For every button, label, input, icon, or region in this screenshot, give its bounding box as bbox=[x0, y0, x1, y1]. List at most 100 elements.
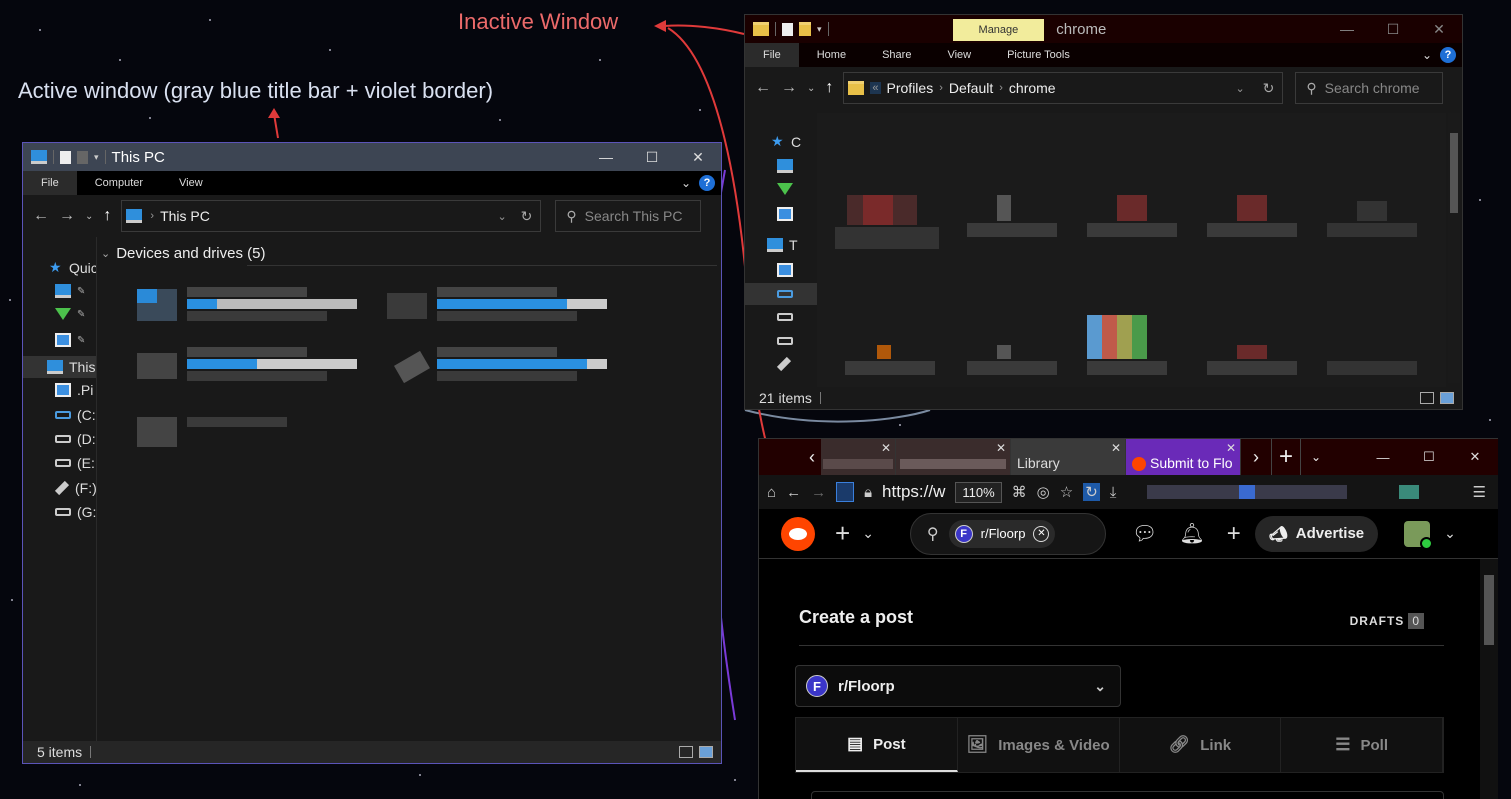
address-bar[interactable]: › This PC ⌄ ↻ bbox=[121, 200, 542, 232]
forward-arrow-icon[interactable]: → bbox=[811, 484, 826, 501]
reddit-logo-icon[interactable] bbox=[781, 516, 815, 551]
file-item[interactable] bbox=[1327, 195, 1417, 245]
file-item[interactable] bbox=[967, 195, 1057, 245]
tab-images-video[interactable]: 🖼︎ Images & Video bbox=[958, 718, 1120, 772]
drive-tile[interactable] bbox=[137, 417, 377, 447]
nav-item-usb[interactable] bbox=[776, 356, 792, 372]
nav-item-drive-c[interactable] bbox=[745, 283, 817, 305]
tab-view[interactable]: View bbox=[929, 43, 989, 67]
nav-item-drive-c[interactable]: (C: bbox=[55, 407, 96, 423]
properties-icon[interactable] bbox=[60, 150, 71, 164]
nav-item-drive[interactable] bbox=[777, 337, 793, 345]
home-icon[interactable]: ⌂ bbox=[767, 484, 776, 501]
tab-file[interactable]: File bbox=[23, 171, 77, 195]
file-item[interactable] bbox=[967, 345, 1057, 385]
search-community-chip[interactable]: F r/Floorp ✕ bbox=[948, 519, 1056, 548]
file-item[interactable] bbox=[1087, 195, 1177, 245]
expand-ribbon-icon[interactable]: ⌄ bbox=[1422, 48, 1432, 62]
close-tab-icon[interactable]: ✕ bbox=[996, 441, 1006, 455]
active-explorer-titlebar[interactable]: ▾ This PC — ☐ ✕ bbox=[23, 143, 721, 171]
browser-tab-blurred[interactable]: ✕ bbox=[821, 439, 896, 475]
back-arrow-icon[interactable]: ← bbox=[33, 207, 49, 225]
search-box[interactable]: ⚲ Search chrome bbox=[1295, 72, 1444, 104]
address-dropdown-icon[interactable]: ⌄ bbox=[497, 210, 506, 223]
breadcrumb-chrome[interactable]: chrome bbox=[1003, 80, 1062, 96]
help-icon[interactable]: ? bbox=[1440, 47, 1456, 63]
tab-home[interactable]: Home bbox=[799, 43, 864, 67]
nav-item-drive[interactable] bbox=[777, 313, 793, 321]
up-arrow-icon[interactable]: ↑ bbox=[825, 79, 833, 97]
tab-link[interactable]: 🔗︎ Link bbox=[1120, 718, 1282, 772]
post-title-input[interactable] bbox=[811, 791, 1444, 799]
new-tab-plus-icon[interactable]: + bbox=[1271, 439, 1301, 475]
user-avatar[interactable] bbox=[1404, 520, 1434, 550]
download-icon[interactable]: ⤓ bbox=[1110, 484, 1117, 501]
url-bar[interactable]: https://w bbox=[882, 482, 945, 502]
file-item[interactable] bbox=[1087, 315, 1167, 385]
customize-qa-icon[interactable]: ▾ bbox=[817, 24, 822, 35]
nav-quick-access[interactable]: ★ C bbox=[771, 133, 801, 150]
extension-icon[interactable] bbox=[1239, 485, 1255, 499]
scrollbar-thumb[interactable] bbox=[1450, 133, 1458, 213]
bookmark-star-icon[interactable]: ☆ bbox=[1060, 483, 1073, 501]
inactive-explorer-window[interactable]: ▾ Manage chrome — ☐ ✕ File Home Share Vi… bbox=[744, 14, 1463, 410]
customize-qa-icon[interactable]: ▾ bbox=[94, 152, 99, 163]
content-pane[interactable] bbox=[817, 113, 1446, 387]
nav-item-drive-g[interactable]: (G: bbox=[55, 504, 96, 520]
tab-picture-tools[interactable]: Picture Tools bbox=[989, 43, 1088, 67]
refresh-icon[interactable]: ↻ bbox=[1263, 80, 1275, 97]
clear-chip-icon[interactable]: ✕ bbox=[1033, 525, 1050, 542]
reddit-search-box[interactable]: ⚲ F r/Floorp ✕ bbox=[909, 512, 1106, 555]
minimize-button[interactable]: — bbox=[1324, 15, 1370, 43]
nav-item-pictures[interactable] bbox=[777, 263, 793, 277]
lock-icon[interactable]: 🔒︎ bbox=[864, 484, 872, 501]
new-folder-icon[interactable] bbox=[77, 150, 88, 164]
hidden-crumbs-icon[interactable]: « bbox=[870, 82, 881, 94]
drive-tile[interactable] bbox=[387, 347, 627, 387]
group-header-devices[interactable]: ⌄ Devices and drives (5) bbox=[101, 245, 265, 262]
navigation-pane[interactable]: ★ Quic ✎ ✎ ✎ This .Pi (C: (D: (E: (F:) (… bbox=[23, 237, 96, 741]
tab-view[interactable]: View bbox=[161, 171, 221, 195]
address-dropdown-icon[interactable]: ⌄ bbox=[1235, 82, 1244, 95]
breadcrumb-default[interactable]: Default bbox=[943, 80, 999, 96]
forward-arrow-icon[interactable]: → bbox=[59, 207, 75, 225]
notifications-bell-icon[interactable]: 🔔︎ bbox=[1179, 521, 1204, 546]
nav-this-pc[interactable]: This bbox=[23, 356, 96, 378]
nav-pinned-downloads[interactable]: ✎ bbox=[55, 308, 85, 320]
nav-pinned-pictures[interactable] bbox=[777, 207, 793, 221]
nav-item-pictures[interactable]: .Pi bbox=[55, 382, 93, 398]
recent-locations-icon[interactable]: ⌄ bbox=[85, 211, 93, 222]
inactive-explorer-titlebar[interactable]: ▾ Manage chrome — ☐ ✕ bbox=[745, 15, 1462, 43]
chat-icon[interactable]: 💬︎ bbox=[1132, 521, 1157, 546]
translate-icon[interactable]: ⌘ bbox=[1012, 483, 1027, 501]
scrollbar-thumb[interactable] bbox=[1484, 575, 1494, 645]
large-icons-view-icon[interactable] bbox=[1440, 392, 1454, 404]
browser-window[interactable]: ‹ ✕ ✕ Library ✕ Submit to Flo ✕ › + ⌄ — … bbox=[758, 438, 1498, 799]
page-scrollbar[interactable] bbox=[1480, 559, 1498, 799]
nav-item-drive-f[interactable]: (F:) bbox=[54, 480, 96, 496]
extension-icon[interactable] bbox=[1399, 485, 1419, 499]
close-tab-icon[interactable]: ✕ bbox=[1226, 441, 1236, 455]
large-icons-view-icon[interactable] bbox=[699, 746, 713, 758]
maximize-button[interactable]: ☐ bbox=[629, 143, 675, 171]
file-item[interactable] bbox=[1207, 345, 1297, 385]
scroll-tabs-right-icon[interactable]: › bbox=[1241, 439, 1271, 475]
tab-manage[interactable]: Manage bbox=[952, 19, 1045, 41]
browser-tab-blurred[interactable]: ✕ bbox=[896, 439, 1011, 475]
menu-hamburger-icon[interactable]: ☰ bbox=[1473, 483, 1486, 501]
address-bar[interactable]: « Profiles › Default › chrome ⌄ ↻ bbox=[843, 72, 1284, 104]
nav-pinned-desktop[interactable] bbox=[777, 159, 793, 173]
active-explorer-window[interactable]: ▾ This PC — ☐ ✕ File Computer View ⌄ ? ←… bbox=[22, 142, 722, 764]
minimize-button[interactable]: — bbox=[1360, 439, 1406, 475]
nav-pinned-desktop[interactable]: ✎ bbox=[55, 284, 85, 298]
close-button[interactable]: ✕ bbox=[1452, 439, 1498, 475]
help-icon[interactable]: ? bbox=[699, 175, 715, 191]
subreddit-selector[interactable]: F r/Floorp ⌄ bbox=[795, 665, 1121, 707]
up-arrow-icon[interactable]: ↑ bbox=[103, 207, 111, 225]
navigation-pane[interactable]: ★ C T bbox=[745, 113, 817, 387]
advertise-button[interactable]: 📣︎ Advertise bbox=[1254, 515, 1379, 552]
zoom-level-badge[interactable]: 110% bbox=[955, 481, 1002, 503]
create-post-plus-icon[interactable]: + bbox=[1227, 520, 1241, 548]
close-button[interactable]: ✕ bbox=[675, 143, 721, 171]
reload-icon[interactable]: ↻ bbox=[1083, 483, 1100, 501]
